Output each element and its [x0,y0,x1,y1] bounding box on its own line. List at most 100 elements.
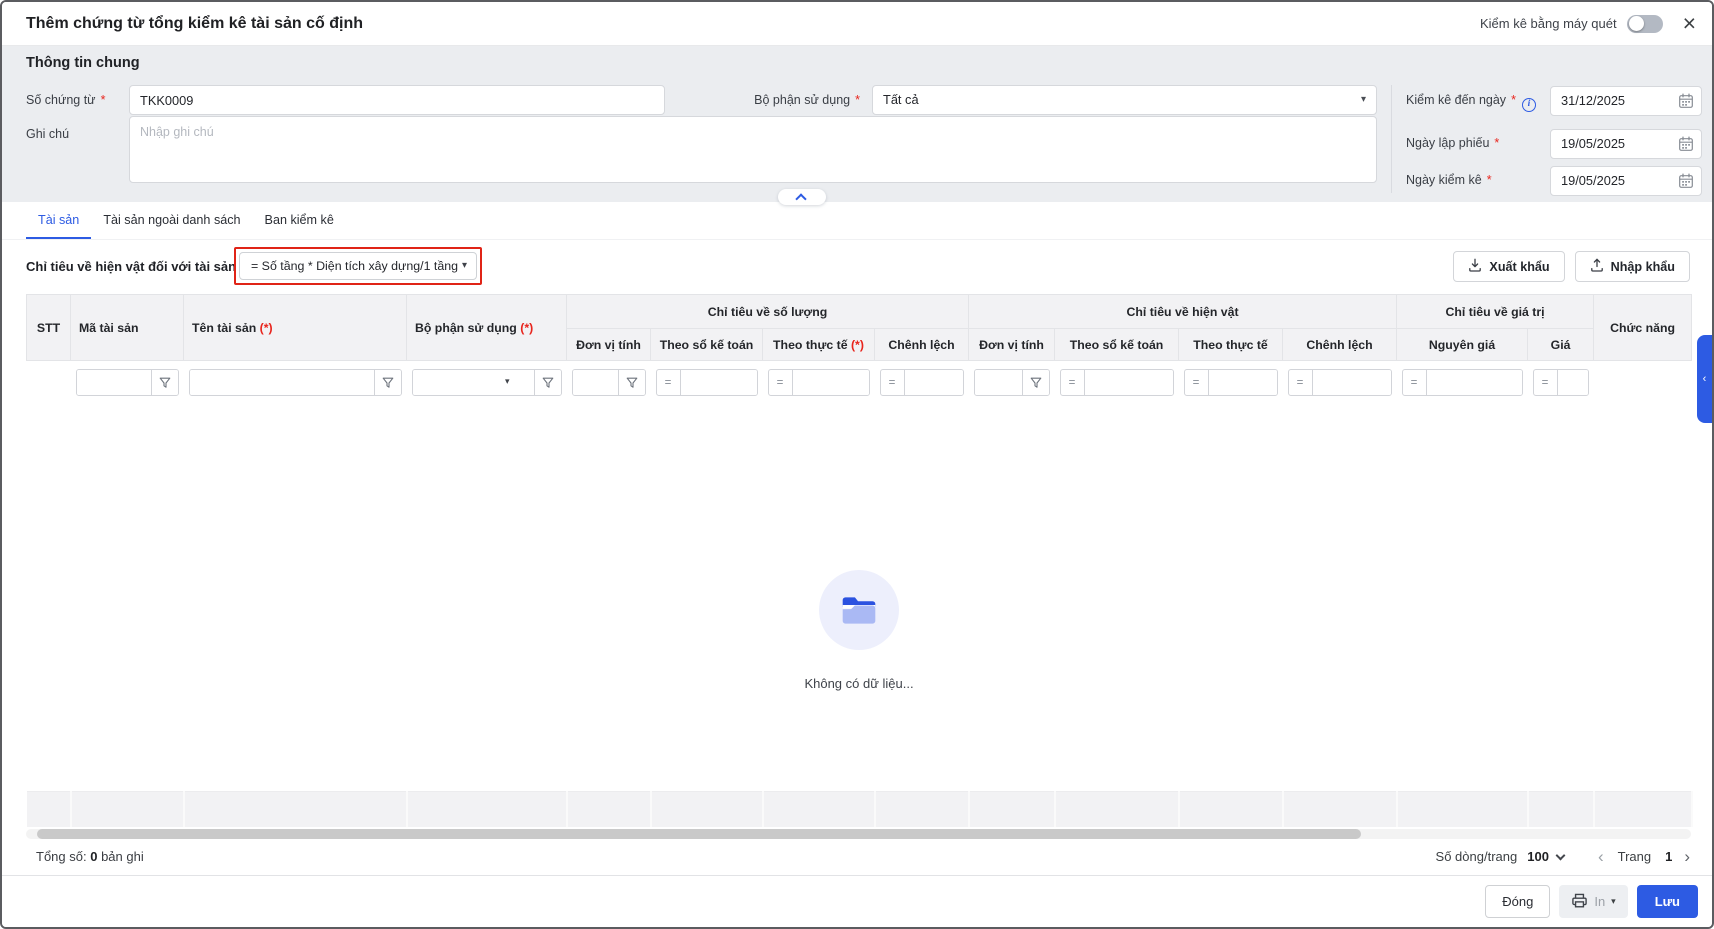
filter-input-gia-tri[interactable] [1558,370,1588,395]
required-asterisk: * [101,93,106,107]
criteria-dropdown[interactable]: = Số tầng * Diện tích xây dựng/1 tầng ▾ [239,252,477,280]
filter-cell-gia-tri: = [1528,361,1594,405]
equals-operator: = [881,370,905,395]
filter-funnel-button[interactable] [151,370,178,395]
required-asterisk: * [855,93,860,107]
tab-tai-san-ngoai-danh-sach[interactable]: Tài sản ngoài danh sách [91,202,252,239]
column-group-header: Chỉ tiêu về hiện vật [969,295,1397,329]
close-dialog-button[interactable]: Đóng [1485,885,1550,918]
bo-phan-select[interactable]: Tất cả ▾ [872,85,1377,115]
bo-phan-value: Tất cả [883,92,919,107]
info-icon: i [1522,98,1536,112]
filter-input-don-vi-tinh-hv[interactable] [975,370,1022,395]
tab-tai-san[interactable]: Tài sản [26,202,91,239]
page-label: Trang [1618,849,1651,864]
scan-toggle[interactable] [1627,15,1663,33]
page-number[interactable]: 1 [1665,849,1672,864]
filter-input-theo-so-ke-toan-hv[interactable] [1085,370,1173,395]
column-header-theo-so-ke-toan-sl: Theo sổ kế toán [651,329,763,361]
filter-input-don-vi-tinh-sl[interactable] [573,370,618,395]
chevron-up-icon [795,193,806,204]
side-panel-toggle[interactable]: ‹ [1697,335,1712,423]
funnel-icon [159,377,171,389]
column-header-stt: STT [27,295,71,361]
filter-input-ma-tai-san[interactable] [77,370,151,395]
bo-phan-label: Bộ phận sử dụng* [702,85,860,115]
close-icon: × [1683,10,1696,36]
summary-cell-don-vi-tinh-hv [969,792,1055,827]
page-size-value[interactable]: 100 [1527,849,1549,864]
kiem-ke-den-ngay-field[interactable]: 31/12/2025 [1550,86,1702,116]
next-page-button[interactable]: › [1684,847,1690,867]
so-chung-tu-input[interactable] [129,85,665,115]
filter-cell-theo-thuc-te-hv: = [1179,361,1283,405]
column-group-header: Chỉ tiêu về giá trị [1397,295,1594,329]
equals-operator: = [1289,370,1313,395]
filter-cell-stt [27,361,71,405]
filter-cell-theo-so-ke-toan-sl: = [651,361,763,405]
summary-cell-theo-so-ke-toan-hv [1055,792,1179,827]
filter-input-chenh-lech-sl[interactable] [905,370,963,395]
filter-funnel-button[interactable] [374,370,401,395]
grid-footer: Tổng số: 0 bản ghi Số dòng/trang 100 ‹ T… [2,839,1712,875]
print-label: In [1594,894,1605,909]
tab-ban-kiem-ke[interactable]: Ban kiểm kê [253,202,346,239]
filter-box [572,369,646,396]
print-button[interactable]: In ▾ [1559,885,1627,918]
summary-cell-ma-tai-san [71,792,184,827]
equals-operator: = [657,370,681,395]
ngay-kiem-ke-label: Ngày kiểm kê* [1406,165,1492,195]
summary-cell-ten-tai-san [184,792,407,827]
filter-input-theo-thuc-te-sl[interactable] [793,370,869,395]
calendar-icon [1678,136,1694,157]
equals-operator: = [1185,370,1209,395]
filter-box [76,369,179,396]
filter-input-theo-thuc-te-hv[interactable] [1209,370,1277,395]
filter-funnel-button[interactable] [534,370,561,395]
ngay-lap-phieu-label: Ngày lập phiếu* [1406,128,1499,158]
criteria-value: = Số tầng * Diện tích xây dựng/1 tầng [251,259,458,273]
import-button[interactable]: Nhập khẩu [1575,251,1690,282]
filter-row: ▾======== [27,361,1692,405]
summary-cell-chenh-lech-sl [875,792,969,827]
column-header-theo-thuc-te-hv: Theo thực tế [1179,329,1283,361]
empty-message: Không có dữ liệu... [27,676,1692,691]
summary-cell-theo-thuc-te-sl [763,792,875,827]
collapse-section-button[interactable] [778,189,826,205]
summary-cell-don-vi-tinh-sl [567,792,651,827]
filter-funnel-button[interactable] [1022,370,1049,395]
close-button[interactable]: × [1683,12,1696,35]
empty-state: Không có dữ liệu... [27,405,1692,691]
ghi-chu-textarea[interactable] [129,116,1377,183]
horizontal-scrollbar[interactable] [26,829,1691,839]
filter-cell-chenh-lech-hv: = [1283,361,1397,405]
column-header-ten-tai-san: Tên tài sản (*) [184,295,407,361]
filter-input-ten-tai-san[interactable] [190,370,374,395]
asset-grid: STTMã tài sảnTên tài sản (*)Bộ phận sử d… [2,294,1712,839]
column-header-chenh-lech-hv: Chênh lệch [1283,329,1397,361]
ngay-kiem-ke-field[interactable]: 19/05/2025 [1550,166,1702,196]
total-records: Tổng số: 0 bản ghi [36,849,144,864]
filter-funnel-button[interactable] [618,370,645,395]
export-button[interactable]: Xuất khẩu [1453,251,1564,282]
equals-operator: = [769,370,793,395]
column-header-nguyen-gia: Nguyên giá [1397,329,1528,361]
criteria-label: Chỉ tiêu về hiện vật đối với tài sản Nhà [26,240,264,294]
filter-box: = [1184,369,1278,396]
filter-input-chenh-lech-hv[interactable] [1313,370,1391,395]
scrollbar-thumb[interactable] [37,829,1361,839]
ngay-lap-phieu-field[interactable]: 19/05/2025 [1550,129,1702,159]
page-size-caret-icon[interactable] [1555,850,1565,860]
caret-down-icon: ▾ [462,253,467,279]
filter-box: = [1288,369,1392,396]
filter-cell-ma-tai-san [71,361,184,405]
summary-cell-chenh-lech-hv [1283,792,1397,827]
filter-input-theo-so-ke-toan-sl[interactable] [681,370,757,395]
filter-select-bo-phan-su-dung[interactable]: ▾ [413,370,534,395]
prev-page-button[interactable]: ‹ [1598,847,1604,867]
dialog-title: Thêm chứng từ tổng kiểm kê tài sản cố đị… [26,15,363,33]
required-mark: (*) [517,321,533,335]
filter-input-nguyen-gia[interactable] [1427,370,1522,395]
filter-box: = [768,369,870,396]
save-button[interactable]: Lưu [1637,885,1698,918]
